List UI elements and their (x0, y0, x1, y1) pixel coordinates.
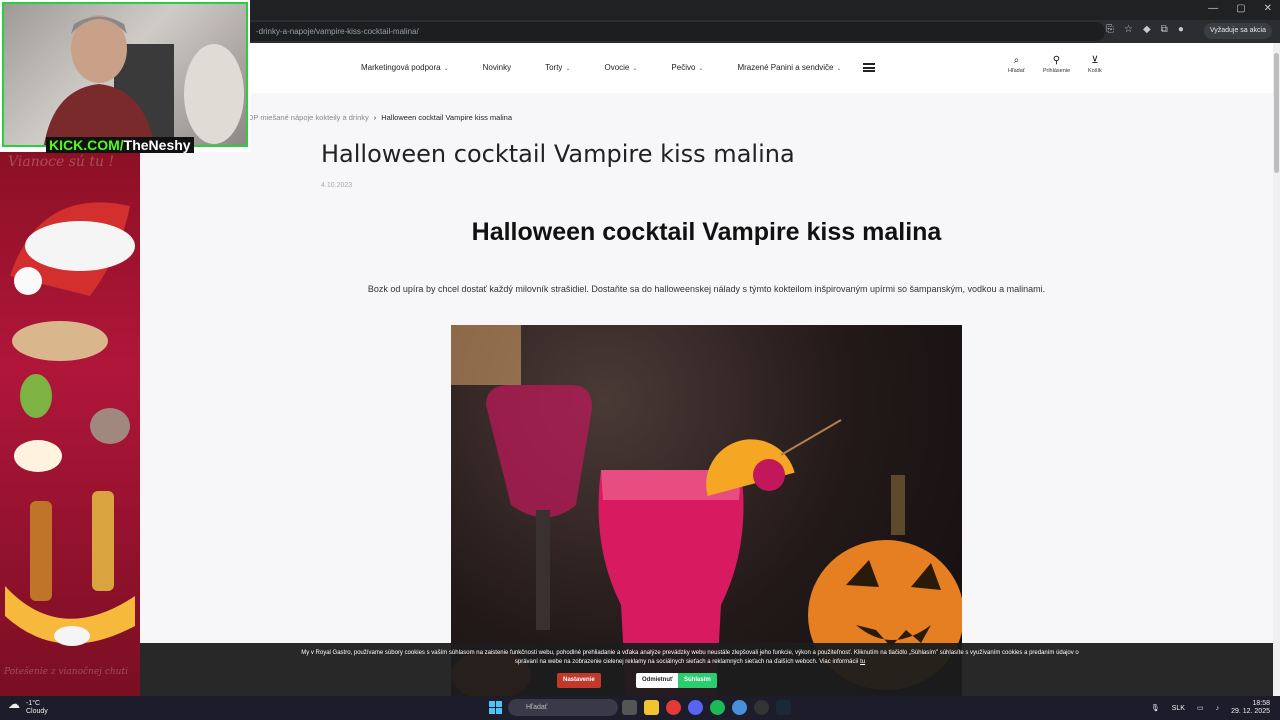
breadcrumb: DP miešané nápoje kokteily a drinky › Hall… (248, 113, 512, 122)
system-tray: 🎙 SLK ▭ ♪ 18:58 29. 12. 2025 (1151, 700, 1270, 716)
cart-icon: ⊻ (1091, 55, 1099, 66)
chevron-down-icon: ⌄ (632, 66, 638, 72)
minimize-button[interactable]: — (1208, 3, 1218, 14)
scrollbar-thumb[interactable] (1274, 53, 1279, 173)
address-bar[interactable]: -drinky-a-napoje/vampire-kiss-cocktail-m… (240, 22, 1105, 41)
webcam-feed (2, 2, 248, 147)
article-intro: Bozk od upíra by chcel dostať každý milo… (367, 284, 1046, 294)
cocktail-photo (451, 325, 962, 696)
clock[interactable]: 18:58 29. 12. 2025 (1231, 700, 1270, 716)
browser-active-icon[interactable] (732, 700, 747, 715)
breadcrumb-parent-link[interactable]: DP miešané nápoje kokteily a drinky (248, 113, 369, 122)
maximize-button[interactable]: ▢ (1236, 3, 1245, 14)
cookie-banner: My v Royal Gastro, používame súbory cook… (140, 643, 1273, 696)
cookie-info-link[interactable]: tu (860, 659, 865, 665)
chevron-down-icon: ⌄ (565, 66, 571, 72)
nav-item-torty[interactable]: Torty ⌄ (545, 63, 570, 72)
nav-item-ovocie[interactable]: Ovocie ⌄ (604, 63, 637, 72)
breadcrumb-separator: › (373, 113, 377, 122)
toolbar-icons: ⎘ ☆ ◆ ⧉ ● (1106, 24, 1184, 35)
windows-start-icon[interactable] (489, 701, 502, 714)
chevron-down-icon: ⌄ (443, 66, 449, 72)
taskbar-search[interactable]: Hľadať (508, 699, 618, 716)
article-date: 4.10.2023 (321, 182, 353, 189)
header-actions: ⌕ Hľadať ⚲ Prihlásenie ⊻ Košík (1008, 55, 1102, 74)
nav-item-marketing[interactable]: Marketingová podpora ⌄ (361, 63, 449, 72)
article-heading: Halloween cocktail Vampire kiss malina (471, 218, 942, 246)
nav-item-mrazene[interactable]: Mrazené Panini a sendviče ⌄ (737, 63, 841, 72)
chevron-down-icon: ⌄ (698, 66, 704, 72)
network-icon[interactable]: ▭ (1197, 704, 1204, 712)
breadcrumb-current: Halloween cocktail Vampire kiss malina (381, 113, 513, 122)
streamer-video (44, 15, 244, 145)
file-explorer-icon[interactable] (644, 700, 659, 715)
cookie-text: My v Royal Gastro, používame súbory cook… (301, 650, 1079, 665)
chrome-icon[interactable] (666, 700, 681, 715)
profile-icon[interactable]: ● (1178, 24, 1184, 35)
cast-icon[interactable]: ⎘ (1106, 24, 1114, 35)
obs-icon[interactable] (754, 700, 769, 715)
update-required-button[interactable]: Vyžaduje sa akcia (1203, 23, 1272, 39)
banner-illustration (5, 202, 135, 646)
cookie-accept-button[interactable]: Súhlasím (678, 673, 717, 688)
page-scrollbar[interactable] (1273, 43, 1280, 696)
search-icon: ⌕ (1013, 55, 1020, 66)
task-view-icon[interactable] (622, 700, 637, 715)
cloud-icon: ☁ (8, 697, 20, 711)
browser-toolbar: -drinky-a-napoje/vampire-kiss-cocktail-m… (240, 20, 1280, 43)
volume-icon[interactable]: ♪ (1216, 705, 1220, 712)
nav-item-pecivo[interactable]: Pečivo ⌄ (671, 63, 703, 72)
steam-icon[interactable] (776, 700, 791, 715)
bookmark-star-icon[interactable]: ☆ (1124, 24, 1133, 35)
cookie-settings-button[interactable]: Nastavenie (557, 673, 601, 688)
spotify-icon[interactable] (710, 700, 725, 715)
site-header: Marketingová podpora ⌄ Novinky Torty ⌄ Ovo… (140, 43, 1273, 93)
main-nav: Marketingová podpora ⌄ Novinky Torty ⌄ Ovo… (361, 63, 842, 72)
kick-channel-badge: KICK.COM/TheNeshy (46, 137, 194, 153)
webcam-overlay: KICK.COM/TheNeshy (0, 0, 250, 153)
weather-widget[interactable]: ☁ -1°C Cloudy (8, 697, 48, 716)
mic-icon[interactable]: 🎙 (1151, 704, 1160, 712)
login-button[interactable]: ⚲ Prihlásenie (1043, 55, 1070, 74)
page-title: Halloween cocktail Vampire kiss malina (321, 140, 795, 168)
banner-heading: Vianoce sú tu ! (8, 154, 115, 170)
windows-taskbar: ☁ -1°C Cloudy Hľadať 🎙 SLK ▭ ♪ 18:58 29. 1… (0, 696, 1280, 720)
chevron-down-icon: ⌄ (836, 66, 842, 72)
puzzle-icon[interactable]: ⧉ (1161, 24, 1168, 35)
extension-icon[interactable]: ◆ (1143, 24, 1151, 35)
discord-icon[interactable] (688, 700, 703, 715)
web-page: Marketingová podpora ⌄ Novinky Torty ⌄ Ovo… (140, 43, 1273, 696)
window-controls: — ▢ ✕ (1208, 3, 1272, 14)
language-indicator[interactable]: SLK (1172, 705, 1185, 712)
close-button[interactable]: ✕ (1264, 3, 1272, 14)
cocktail-illustration (451, 325, 962, 696)
taskbar-apps (622, 700, 791, 715)
christmas-banner: Vianoce sú tu ! Potešenie z vianočnej ch… (0, 146, 140, 696)
banner-footer: Potešenie z vianočnej chuti (4, 667, 128, 677)
cookie-reject-button[interactable]: Odmietnuť (636, 673, 679, 688)
cart-button[interactable]: ⊻ Košík (1088, 55, 1102, 74)
hamburger-menu-icon[interactable] (863, 63, 875, 72)
nav-item-novinky[interactable]: Novinky (483, 63, 511, 72)
user-icon: ⚲ (1052, 55, 1061, 66)
search-button[interactable]: ⌕ Hľadať (1008, 55, 1025, 74)
